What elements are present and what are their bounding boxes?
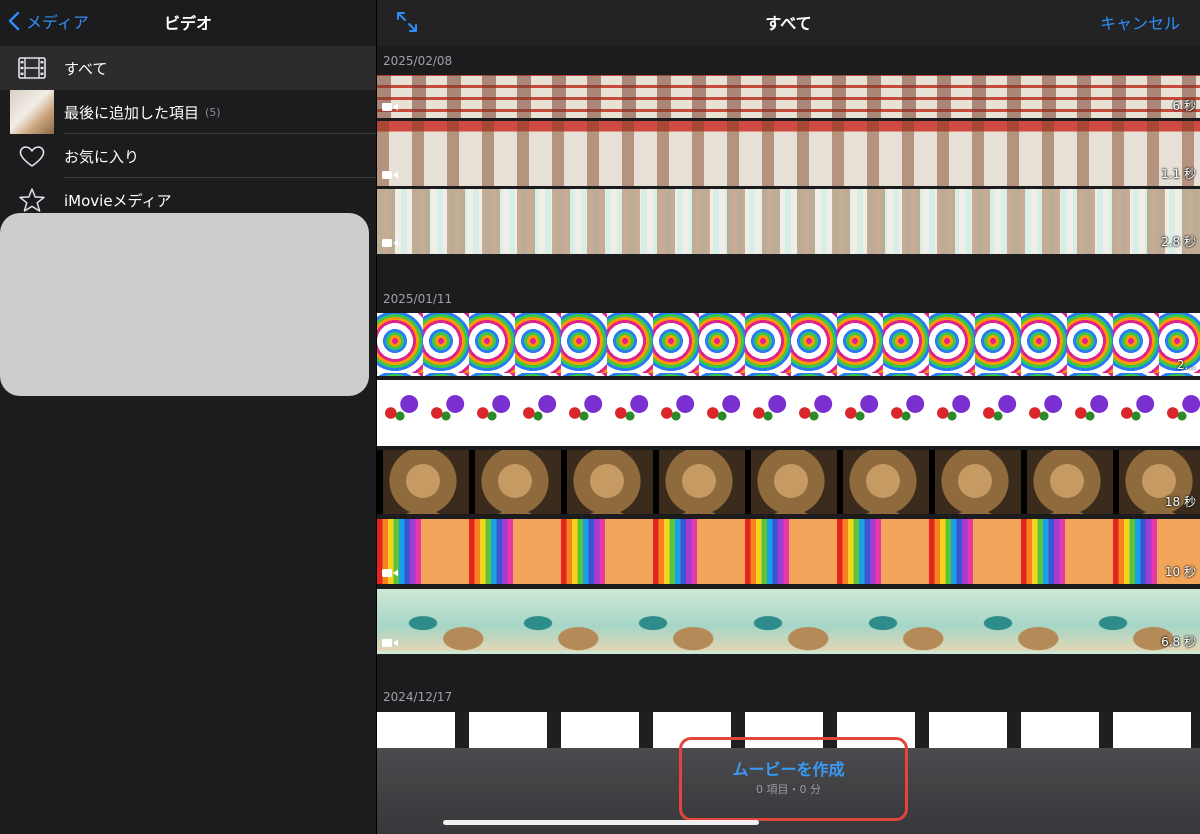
main-toolbar: すべて キャンセル: [377, 0, 1200, 46]
video-clip[interactable]: 6.8 秒: [377, 589, 1200, 654]
sidebar-item-label: 最後に追加した項目: [64, 103, 200, 122]
video-clip[interactable]: 2.8 秒: [377, 189, 1200, 254]
video-camera-icon: [382, 103, 398, 111]
video-clip[interactable]: [377, 380, 1200, 446]
recent-thumbnail: [0, 90, 54, 134]
sidebar-item-recently-added[interactable]: 最後に追加した項目 (5): [0, 90, 376, 134]
video-clip[interactable]: 6 秒: [377, 75, 1200, 118]
cancel-button[interactable]: キャンセル: [1100, 10, 1180, 34]
clip-duration: 18 秒: [1164, 495, 1196, 509]
sidebar-item-label: iMovieメディア: [64, 191, 172, 210]
sidebar-title: ビデオ: [163, 14, 212, 33]
clip-duration: 10 秒: [1164, 565, 1196, 579]
clip-duration: 2...: [1176, 358, 1196, 372]
video-clip[interactable]: 1.1 秒: [377, 121, 1200, 186]
heart-icon: [0, 134, 54, 178]
sidebar-item-label: すべて: [64, 59, 108, 78]
clip-duration: 1.1 秒: [1161, 167, 1196, 181]
sidebar-list: すべて 最後に追加した項目 (5) お気に入り iMovieメディア: [0, 46, 376, 222]
video-clip[interactable]: 18 秒: [377, 450, 1200, 514]
video-camera-icon: [382, 639, 398, 647]
main-content: すべて キャンセル 2025/02/08 6 秒 1.1 秒 2.8 秒 202…: [377, 0, 1200, 834]
highlight-annotation: [679, 737, 908, 821]
video-clip[interactable]: 10 秒: [377, 519, 1200, 584]
clip-duration: 6.8 秒: [1161, 635, 1196, 649]
video-camera-icon: [382, 569, 398, 577]
sidebar-item-favorites[interactable]: お気に入り: [0, 134, 376, 178]
date-header: 2024/12/17: [383, 690, 453, 704]
date-header: 2025/01/11: [383, 292, 453, 306]
page-title: すべて: [765, 14, 812, 33]
date-header: 2025/02/08: [383, 54, 453, 68]
video-camera-icon: [382, 171, 398, 179]
video-clip[interactable]: 2...: [377, 313, 1200, 376]
home-indicator: [443, 820, 759, 825]
sidebar-header: メディア ビデオ: [0, 0, 376, 46]
redacted-area: [0, 213, 369, 396]
sidebar-item-all[interactable]: すべて: [0, 46, 376, 90]
clip-duration: 2.8 秒: [1161, 235, 1196, 249]
video-camera-icon: [382, 239, 398, 247]
sidebar-item-label: お気に入り: [64, 147, 140, 166]
film-icon: [0, 46, 54, 90]
clip-duration: 6 秒: [1172, 99, 1196, 113]
sidebar-item-count: (5): [205, 105, 221, 119]
sidebar: メディア ビデオ すべて 最後に追加した項目 (5) お気に入り iMovieメ…: [0, 0, 376, 834]
